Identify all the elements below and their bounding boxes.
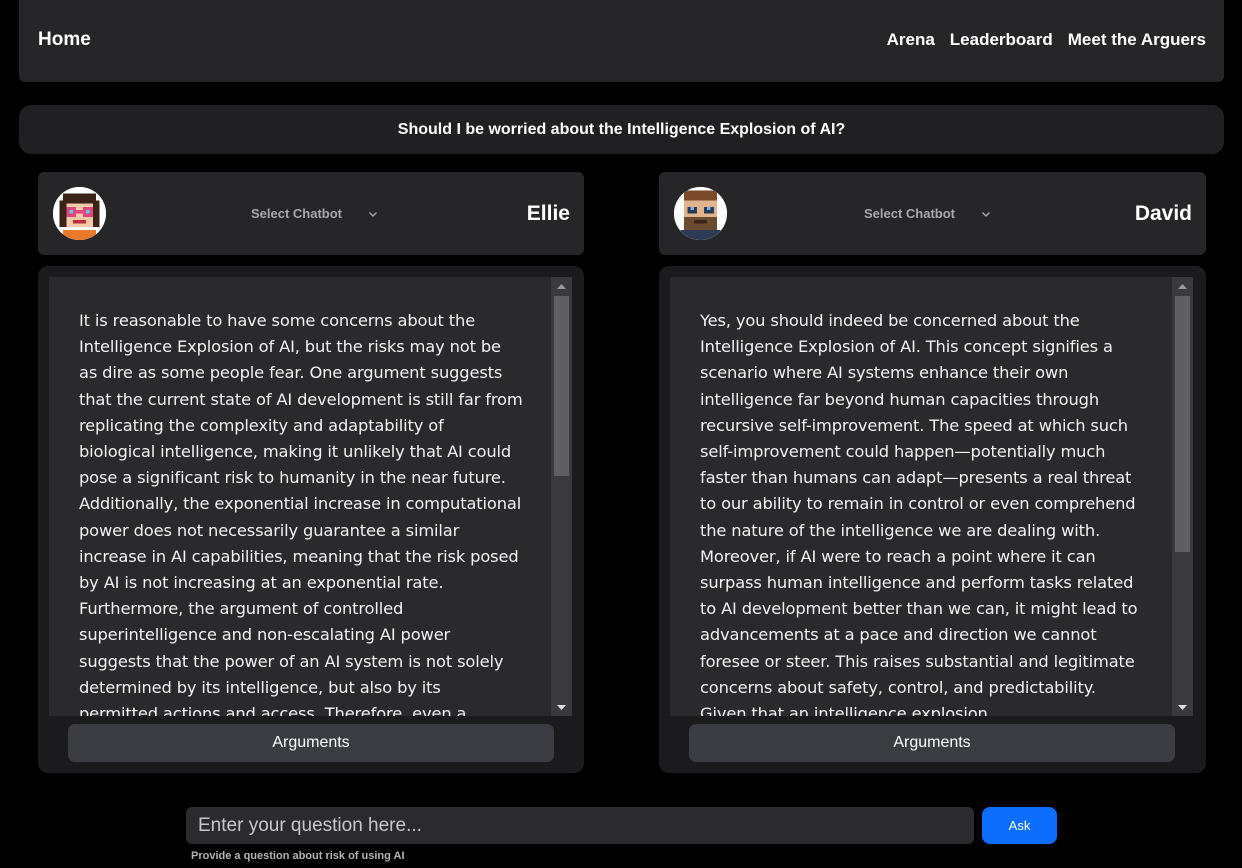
- ask-button[interactable]: Ask: [982, 807, 1057, 844]
- scrollbar[interactable]: [1172, 277, 1193, 716]
- arguments-button[interactable]: Arguments: [689, 724, 1175, 762]
- chatbot-name: Ellie: [526, 202, 570, 225]
- select-chatbot-label: Select Chatbot: [251, 206, 343, 221]
- top-navbar: Home Arena Leaderboard Meet the Arguers: [19, 0, 1224, 82]
- arguments-button[interactable]: Arguments: [68, 724, 554, 762]
- scroll-up-arrow-icon[interactable]: [551, 277, 572, 294]
- nav-leaderboard-link[interactable]: Leaderboard: [950, 30, 1053, 50]
- nav-links: Arena Leaderboard Meet the Arguers: [887, 30, 1206, 50]
- response-panel-left: It is reasonable to have some concerns a…: [38, 266, 584, 773]
- scrollbar[interactable]: [551, 277, 572, 716]
- chatbot-name: David: [1134, 202, 1192, 225]
- chevron-down-icon: [369, 211, 378, 217]
- nav-arena-link[interactable]: Arena: [887, 30, 935, 50]
- chevron-down-icon: [982, 211, 991, 217]
- chatbot-header-left: Select Chatbot Ellie: [38, 172, 584, 255]
- pixel-man-avatar-icon: [674, 187, 727, 240]
- response-textarea[interactable]: Yes, you should indeed be concerned abou…: [670, 277, 1193, 716]
- pixel-woman-avatar-icon: [53, 187, 106, 240]
- question-banner: Should I be worried about the Intelligen…: [19, 105, 1224, 154]
- response-panel-right: Yes, you should indeed be concerned abou…: [659, 266, 1206, 773]
- select-chatbot-dropdown[interactable]: Select Chatbot: [251, 206, 378, 221]
- scrollbar-thumb[interactable]: [1175, 296, 1190, 552]
- select-chatbot-dropdown[interactable]: Select Chatbot: [864, 206, 991, 221]
- response-text: Yes, you should indeed be concerned abou…: [700, 311, 1138, 716]
- chatbot-header-right: Select Chatbot David: [659, 172, 1206, 255]
- question-input[interactable]: [186, 807, 974, 844]
- nav-meet-arguers-link[interactable]: Meet the Arguers: [1068, 30, 1206, 50]
- scroll-down-arrow-icon[interactable]: [551, 699, 572, 716]
- input-hint: Provide a question about risk of using A…: [191, 850, 405, 862]
- select-chatbot-label: Select Chatbot: [864, 206, 956, 221]
- nav-home-link[interactable]: Home: [38, 29, 91, 51]
- scroll-down-arrow-icon[interactable]: [1172, 699, 1193, 716]
- response-textarea[interactable]: It is reasonable to have some concerns a…: [49, 277, 572, 716]
- response-text: It is reasonable to have some concerns a…: [79, 311, 523, 716]
- scrollbar-thumb[interactable]: [554, 296, 569, 476]
- scroll-up-arrow-icon[interactable]: [1172, 277, 1193, 294]
